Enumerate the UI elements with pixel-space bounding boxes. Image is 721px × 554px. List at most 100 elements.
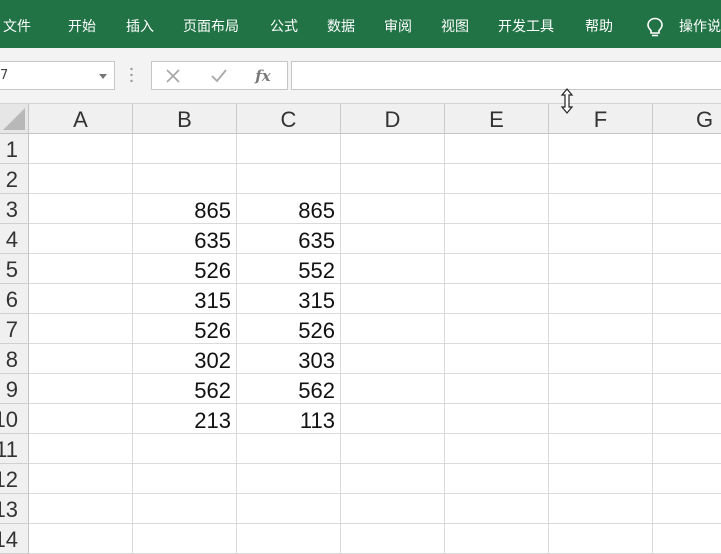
cell-d2[interactable] [341, 164, 445, 194]
cell-g3[interactable] [653, 194, 721, 224]
cell-b5[interactable]: 526 [133, 254, 237, 284]
cell-e9[interactable] [445, 374, 549, 404]
cell-e11[interactable] [445, 434, 549, 464]
tab-data[interactable]: 数据 [327, 0, 355, 48]
column-header-e[interactable]: E [445, 104, 549, 134]
cell-c4[interactable]: 635 [237, 224, 341, 254]
cell-a1[interactable] [29, 134, 133, 164]
cell-c3[interactable]: 865 [237, 194, 341, 224]
cell-g9[interactable] [653, 374, 721, 404]
tell-me-search[interactable]: 操作说 [679, 0, 721, 48]
cell-b8[interactable]: 302 [133, 344, 237, 374]
cell-g8[interactable] [653, 344, 721, 374]
cell-b6[interactable]: 315 [133, 284, 237, 314]
cell-f12[interactable] [549, 464, 653, 494]
cell-a4[interactable] [29, 224, 133, 254]
cell-g11[interactable] [653, 434, 721, 464]
cell-e3[interactable] [445, 194, 549, 224]
cell-c1[interactable] [237, 134, 341, 164]
chevron-down-icon[interactable] [99, 74, 107, 79]
cell-a13[interactable] [29, 494, 133, 524]
cell-f4[interactable] [549, 224, 653, 254]
cell-e4[interactable] [445, 224, 549, 254]
cell-c14[interactable] [237, 524, 341, 554]
cell-d1[interactable] [341, 134, 445, 164]
cell-g14[interactable] [653, 524, 721, 554]
tab-formulas[interactable]: 公式 [270, 0, 298, 48]
column-header-g[interactable]: G [653, 104, 721, 134]
row-header-2[interactable]: 2 [0, 164, 29, 194]
column-header-b[interactable]: B [133, 104, 237, 134]
formula-input[interactable] [291, 61, 721, 90]
cell-f9[interactable] [549, 374, 653, 404]
row-header-5[interactable]: 5 [0, 254, 29, 284]
tab-developer[interactable]: 开发工具 [498, 0, 554, 48]
cell-d4[interactable] [341, 224, 445, 254]
row-header-13[interactable]: 13 [0, 494, 29, 524]
cell-b1[interactable] [133, 134, 237, 164]
cell-b13[interactable] [133, 494, 237, 524]
cell-c5[interactable]: 552 [237, 254, 341, 284]
cell-e2[interactable] [445, 164, 549, 194]
column-header-d[interactable]: D [341, 104, 445, 134]
row-header-14[interactable]: 14 [0, 524, 29, 554]
cell-b2[interactable] [133, 164, 237, 194]
cell-b9[interactable]: 562 [133, 374, 237, 404]
row-header-6[interactable]: 6 [0, 284, 29, 314]
row-header-8[interactable]: 8 [0, 344, 29, 374]
cell-g1[interactable] [653, 134, 721, 164]
cell-c10[interactable]: 113 [237, 404, 341, 434]
row-header-1[interactable]: 1 [0, 134, 29, 164]
cell-b10[interactable]: 213 [133, 404, 237, 434]
cell-a9[interactable] [29, 374, 133, 404]
column-header-a[interactable]: A [29, 104, 133, 134]
cell-f8[interactable] [549, 344, 653, 374]
drag-handle-icon[interactable] [130, 67, 133, 83]
cell-e12[interactable] [445, 464, 549, 494]
cancel-icon[interactable] [162, 64, 184, 88]
cell-g6[interactable] [653, 284, 721, 314]
cell-c7[interactable]: 526 [237, 314, 341, 344]
cell-c6[interactable]: 315 [237, 284, 341, 314]
row-header-3[interactable]: 3 [0, 194, 29, 224]
cell-d11[interactable] [341, 434, 445, 464]
cell-d10[interactable] [341, 404, 445, 434]
cell-a5[interactable] [29, 254, 133, 284]
cell-d13[interactable] [341, 494, 445, 524]
row-header-4[interactable]: 4 [0, 224, 29, 254]
cell-e5[interactable] [445, 254, 549, 284]
tab-page-layout[interactable]: 页面布局 [183, 0, 239, 48]
tab-home[interactable]: 开始 [68, 0, 96, 48]
cell-a7[interactable] [29, 314, 133, 344]
cell-a6[interactable] [29, 284, 133, 314]
cell-g12[interactable] [653, 464, 721, 494]
cell-a11[interactable] [29, 434, 133, 464]
cell-d9[interactable] [341, 374, 445, 404]
cell-c9[interactable]: 562 [237, 374, 341, 404]
cell-d14[interactable] [341, 524, 445, 554]
cell-g4[interactable] [653, 224, 721, 254]
cell-f3[interactable] [549, 194, 653, 224]
cell-d12[interactable] [341, 464, 445, 494]
worksheet-grid[interactable]: A B C D E F G 1 2 3 865 865 4 635 635 5 526 552 6 315 315 7 52… [0, 104, 721, 554]
cell-e14[interactable] [445, 524, 549, 554]
cell-d7[interactable] [341, 314, 445, 344]
cell-g10[interactable] [653, 404, 721, 434]
cell-b12[interactable] [133, 464, 237, 494]
row-header-9[interactable]: 9 [0, 374, 29, 404]
cell-a12[interactable] [29, 464, 133, 494]
cell-g2[interactable] [653, 164, 721, 194]
row-header-10[interactable]: 10 [0, 404, 29, 434]
cell-b3[interactable]: 865 [133, 194, 237, 224]
cell-g7[interactable] [653, 314, 721, 344]
cell-g5[interactable] [653, 254, 721, 284]
cell-e7[interactable] [445, 314, 549, 344]
cell-b7[interactable]: 526 [133, 314, 237, 344]
cell-c8[interactable]: 303 [237, 344, 341, 374]
cell-e1[interactable] [445, 134, 549, 164]
cell-f7[interactable] [549, 314, 653, 344]
tab-file[interactable]: 文件 [3, 0, 31, 48]
cell-f10[interactable] [549, 404, 653, 434]
tab-review[interactable]: 审阅 [384, 0, 412, 48]
cell-f13[interactable] [549, 494, 653, 524]
